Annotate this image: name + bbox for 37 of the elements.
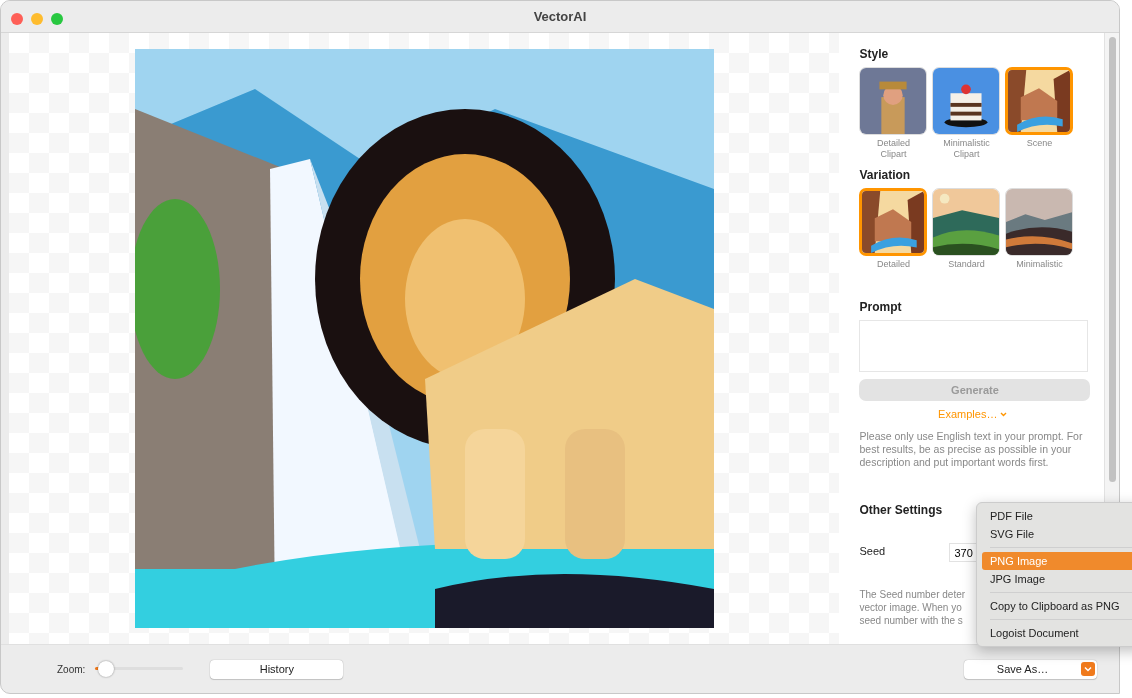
section-heading: Style xyxy=(859,47,889,61)
style-thumbnail[interactable] xyxy=(1005,188,1074,256)
thumbnail-label: Scene xyxy=(1026,138,1053,149)
section-heading: Variation xyxy=(859,168,911,182)
menu-item[interactable]: SVG File xyxy=(982,525,1132,543)
slider-handle[interactable] xyxy=(98,661,115,677)
prompt-field[interactable] xyxy=(859,320,1089,372)
style-thumbnail[interactable] xyxy=(1005,67,1074,135)
menu-item[interactable]: Logoist Document xyxy=(982,624,1132,642)
seed-description: seed number with the s xyxy=(859,614,963,627)
zoom-button[interactable] xyxy=(51,13,63,25)
seed-description: vector image. When yo xyxy=(859,601,962,614)
menu-item[interactable]: JPG Image xyxy=(982,570,1132,588)
seed-label: Seed xyxy=(859,545,887,557)
thumbnail-label: Detailed xyxy=(876,259,910,270)
seed-description: The Seed number deter xyxy=(859,588,966,601)
section-heading: Prompt xyxy=(859,300,902,314)
style-thumbnail[interactable] xyxy=(859,188,928,256)
help-text: Please only use English text in your prompt. For best results, be as precise as possible in your description and put important words first. xyxy=(859,430,1084,469)
thumbnail-label: Detailed Clipart xyxy=(876,138,910,160)
scrollbar-thumb[interactable] xyxy=(1108,37,1116,482)
thumbnail-label: Standard xyxy=(948,259,985,270)
chevron-icon xyxy=(1000,411,1008,417)
thumbnail-label: Minimalistic Clipart xyxy=(943,138,990,160)
style-thumbnail[interactable] xyxy=(859,67,928,135)
style-thumbnail[interactable] xyxy=(932,188,1001,256)
thumbnail-label: Minimalistic xyxy=(1016,259,1063,270)
section-heading: Other Settings xyxy=(859,503,943,517)
history-button[interactable]: History xyxy=(210,659,344,679)
close-button[interactable] xyxy=(11,13,23,25)
menu-item[interactable]: Copy to Clipboard as PNG xyxy=(982,597,1132,615)
zoom-label: Zoom: xyxy=(57,663,86,675)
style-thumbnail[interactable] xyxy=(932,67,1001,135)
menu-item[interactable]: PDF File xyxy=(982,507,1132,525)
caret-icon[interactable] xyxy=(1081,662,1095,676)
window-title: VectorAI xyxy=(533,9,587,24)
minimize-button[interactable] xyxy=(31,13,43,25)
